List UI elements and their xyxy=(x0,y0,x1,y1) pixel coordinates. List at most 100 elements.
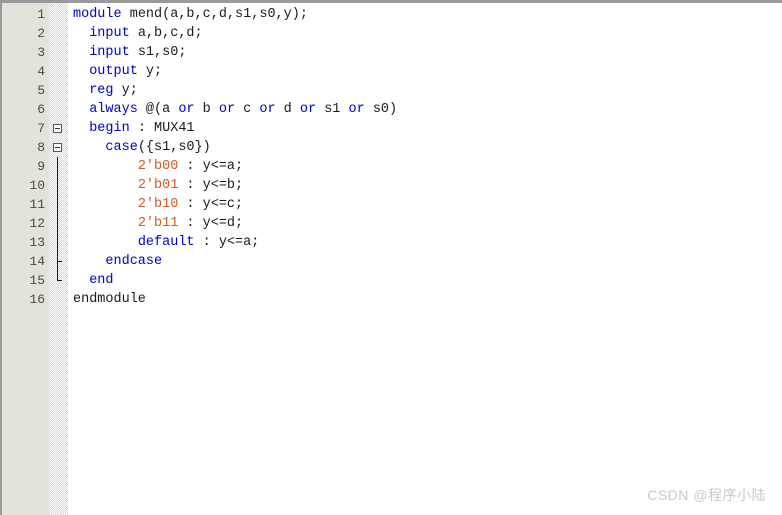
line-number: 2 xyxy=(37,26,45,41)
editor-body: 1 2 3 4 5 6 7 8 9 10 11 12 13 14 15 16 module mend(a,b,… xyxy=(2,3,782,515)
fold-guide-line xyxy=(49,214,68,233)
code-token-keyword: input xyxy=(89,45,138,60)
code-token-keyword: default xyxy=(137,235,195,250)
fold-stem-icon xyxy=(57,157,58,176)
fold-empty-slot xyxy=(49,290,68,309)
fold-tick-icon xyxy=(57,261,62,262)
code-editor-window: 1 2 3 4 5 6 7 8 9 10 11 12 13 14 15 16 module mend(a,b,… xyxy=(0,0,782,515)
line-number: 3 xyxy=(37,45,45,60)
line-number: 6 xyxy=(37,102,45,117)
code-line[interactable]: module mend(a,b,c,d,s1,s0,y); xyxy=(73,5,782,24)
fold-guide-line xyxy=(49,157,68,176)
code-token-plain: y; xyxy=(145,64,163,79)
line-number: 9 xyxy=(37,159,45,174)
line-number-gutter[interactable]: 1 2 3 4 5 6 7 8 9 10 11 12 13 14 15 16 xyxy=(2,3,49,515)
code-line[interactable]: always @(a or b or c or d or s1 or s0) xyxy=(73,100,782,119)
code-token-keyword: reg xyxy=(89,83,122,98)
fold-empty-slot xyxy=(49,100,68,119)
code-line[interactable]: endmodule xyxy=(73,290,782,309)
fold-end-corner-icon xyxy=(57,271,62,281)
code-token-plain: : y<=d; xyxy=(178,216,244,231)
code-folding-gutter[interactable] xyxy=(49,3,68,515)
fold-guide-line xyxy=(49,195,68,214)
code-token-keyword: begin xyxy=(89,121,138,136)
code-line[interactable]: begin : MUX41 xyxy=(73,119,782,138)
line-number: 14 xyxy=(29,254,45,269)
minus-square-icon[interactable] xyxy=(53,124,62,133)
fold-stem-icon xyxy=(57,176,58,195)
fold-guide-line xyxy=(49,176,68,195)
code-line[interactable]: 2'b01 : y<=b; xyxy=(73,176,782,195)
code-token-plain: endmodule xyxy=(73,292,146,307)
code-token-keyword: case xyxy=(105,140,138,155)
code-line[interactable]: reg y; xyxy=(73,81,782,100)
line-number: 13 xyxy=(29,235,45,250)
code-token-literal: 2'b00 xyxy=(137,159,179,174)
code-token-plain: : y<=a; xyxy=(194,235,260,250)
code-token-literal: 2'b11 xyxy=(137,216,179,231)
code-line[interactable]: 2'b11 : y<=d; xyxy=(73,214,782,233)
code-token-plain: d xyxy=(283,102,300,117)
fold-stem-icon xyxy=(57,214,58,233)
fold-end-marker xyxy=(49,271,68,290)
line-number: 4 xyxy=(37,64,45,79)
line-number: 8 xyxy=(37,140,45,155)
code-token-plain: s1 xyxy=(324,102,349,117)
code-line[interactable]: case({s1,s0}) xyxy=(73,138,782,157)
code-token-plain: a,b,c,d; xyxy=(137,26,203,41)
code-line[interactable]: input s1,s0; xyxy=(73,43,782,62)
code-token-keyword: input xyxy=(89,26,138,41)
fold-collapse-icon[interactable] xyxy=(49,138,68,157)
code-token-keyword: or xyxy=(299,102,325,117)
fold-collapse-icon[interactable] xyxy=(49,119,68,138)
code-token-plain: : MUX41 xyxy=(137,121,195,136)
line-number: 12 xyxy=(29,216,45,231)
csdn-watermark: CSDN @程序小陆 xyxy=(647,487,766,503)
code-token-plain: : y<=c; xyxy=(178,197,244,212)
code-token-plain: mend(a,b,c,d,s1,s0,y); xyxy=(129,7,308,22)
code-line[interactable]: 2'b00 : y<=a; xyxy=(73,157,782,176)
code-token-plain: ({s1,s0}) xyxy=(137,140,211,155)
code-line[interactable]: output y; xyxy=(73,62,782,81)
code-token-plain: y; xyxy=(121,83,138,98)
fold-empty-slot xyxy=(49,62,68,81)
code-token-plain: : y<=b; xyxy=(178,178,244,193)
code-line[interactable]: end xyxy=(73,271,782,290)
code-token-keyword: or xyxy=(178,102,203,117)
code-token-plain: @(a xyxy=(145,102,179,117)
code-token-literal: 2'b01 xyxy=(137,178,179,193)
code-line[interactable]: default : y<=a; xyxy=(73,233,782,252)
code-text-area[interactable]: module mend(a,b,c,d,s1,s0,y); input a,b,… xyxy=(68,3,782,515)
code-token-plain: b xyxy=(202,102,219,117)
fold-empty-slot xyxy=(49,24,68,43)
code-token-keyword: end xyxy=(89,273,114,288)
code-line[interactable]: input a,b,c,d; xyxy=(73,24,782,43)
code-token-plain: : y<=a; xyxy=(178,159,244,174)
code-line[interactable]: endcase xyxy=(73,252,782,271)
code-token-keyword: output xyxy=(89,64,146,79)
line-number: 1 xyxy=(37,7,45,22)
code-line[interactable]: 2'b10 : y<=c; xyxy=(73,195,782,214)
fold-empty-slot xyxy=(49,43,68,62)
fold-stem-icon xyxy=(57,195,58,214)
code-token-keyword: or xyxy=(259,102,284,117)
line-number: 10 xyxy=(29,178,45,193)
fold-empty-slot xyxy=(49,81,68,100)
line-number: 15 xyxy=(29,273,45,288)
line-number: 11 xyxy=(29,197,45,212)
line-number: 7 xyxy=(37,121,45,136)
fold-stem-icon xyxy=(57,233,58,252)
code-token-keyword: or xyxy=(218,102,244,117)
fold-guide-line xyxy=(49,233,68,252)
minus-square-icon[interactable] xyxy=(53,143,62,152)
